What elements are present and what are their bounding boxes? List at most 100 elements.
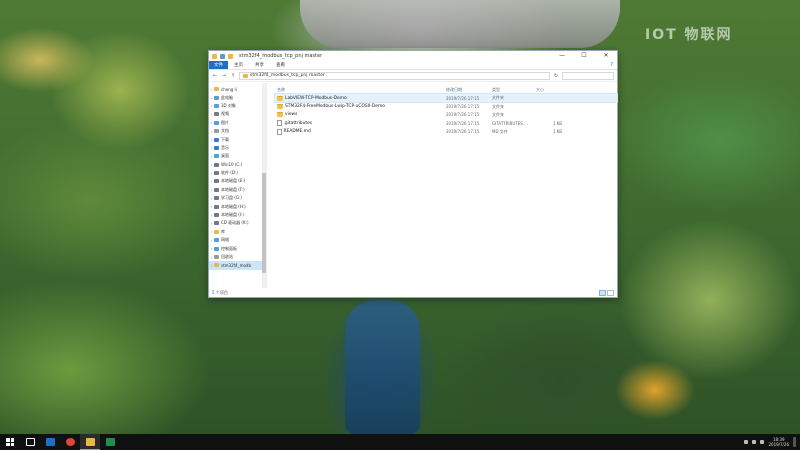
sidebar-item[interactable]: › 本地磁盘 (E:) [209, 177, 266, 185]
video-icon [214, 112, 219, 117]
sidebar-item[interactable]: › cheng li [209, 85, 266, 93]
scrollbar-thumb[interactable] [262, 173, 266, 273]
desktop-icon [214, 154, 219, 159]
close-button[interactable]: ✕ [595, 51, 617, 61]
sidebar-item[interactable]: › 网络 [209, 236, 266, 244]
file-icon [277, 120, 282, 127]
input-method-icon[interactable] [760, 440, 765, 444]
tab-home[interactable]: 主页 [228, 61, 249, 69]
drive-icon [214, 213, 219, 218]
search-input[interactable] [562, 71, 614, 80]
file-date: 2019/7/26 17:15 [446, 120, 480, 126]
excel-taskbar-icon[interactable] [100, 434, 120, 450]
column-header-name[interactable]: 名称 [275, 87, 446, 93]
sidebar-item[interactable]: › 桌面 [209, 152, 266, 160]
file-type: 文件夹 [492, 111, 504, 117]
forward-button[interactable]: → [221, 73, 227, 79]
computer-icon [214, 95, 219, 100]
file-explorer-icon-icon [85, 437, 95, 446]
folder-icon [277, 95, 283, 101]
file-date: 2019/7/26 17:15 [446, 112, 480, 118]
network-icon [214, 238, 219, 243]
properties-icon[interactable] [220, 53, 225, 59]
column-header-type[interactable]: 类型 [492, 87, 536, 93]
show-desktop-button[interactable] [793, 437, 796, 447]
sidebar-item-label: 下载 [221, 136, 229, 142]
file-row[interactable]: views 2019/7/26 17:15 文件夹 [275, 111, 617, 119]
file-row[interactable]: README.md 2019/7/26 17:15 MD 文件 1 KB [275, 128, 617, 136]
explorer-taskbar-icon[interactable] [40, 434, 60, 450]
sidebar-item[interactable]: › 音乐 [209, 144, 266, 152]
sidebar-item[interactable]: › stm32f4_modb [209, 261, 266, 270]
taskbar: 18:39 2019/7/26 [0, 434, 800, 450]
large-icons-view-button[interactable] [607, 289, 614, 296]
sidebar-item-label: cheng li [221, 86, 237, 92]
tab-share[interactable]: 共享 [249, 61, 270, 69]
sidebar-item[interactable]: › 3D 对象 [209, 102, 266, 110]
details-view-button[interactable] [599, 289, 606, 296]
sidebar-item[interactable]: › 软件 (D:) [209, 169, 266, 177]
file-size: 1 KB [552, 120, 562, 126]
file-name: README.md [283, 129, 311, 135]
video-watermark: IOT 物联网 [645, 27, 733, 43]
start-button[interactable] [0, 434, 20, 450]
navigation-pane: › cheng li ⌄ 此电脑 › 3D 对象 › 视频 › 图片 › 文档 › 下载 › 音乐 › 桌面 › Wi… [209, 83, 267, 288]
file-type: MD 文件 [492, 128, 508, 134]
sidebar-item-label: 库 [221, 228, 225, 234]
sidebar-item[interactable]: › 学习盘 (G:) [209, 194, 266, 202]
sidebar-item[interactable]: › 本地磁盘 (I:) [209, 211, 266, 219]
back-button[interactable]: ← [212, 73, 218, 79]
sidebar-item[interactable]: › 文档 [209, 127, 266, 135]
new-folder-icon[interactable] [228, 53, 233, 59]
file-name-cell: STM32F4-FreeModbus-Lwip-TCP-uCOSII-Demo [275, 104, 446, 110]
sidebar-item[interactable]: › CD 驱动器 (K:) [209, 219, 266, 227]
chrome-taskbar-icon[interactable] [60, 434, 80, 450]
task-view-button[interactable] [20, 434, 40, 450]
sidebar-item-label: 文档 [221, 128, 229, 134]
sidebar-item[interactable]: ⌄ 此电脑 [209, 93, 266, 101]
sidebar-item[interactable]: › 控制面板 [209, 244, 266, 252]
sidebar-item[interactable]: › 图片 [209, 119, 266, 127]
wallpaper-river [345, 300, 420, 434]
sidebar-item[interactable]: › 视频 [209, 110, 266, 118]
libraries-icon [214, 229, 219, 234]
file-list: 名称 修改日期 类型 大小 LabVIEW-TCP-Modbus-Demo 201… [267, 83, 618, 288]
drive-icon [214, 171, 219, 176]
sidebar-item[interactable]: › Win10 (C:) [209, 161, 266, 169]
column-header-size[interactable]: 大小 [536, 87, 566, 93]
sidebar-item[interactable]: › 下载 [209, 135, 266, 143]
volume-icon[interactable] [752, 440, 757, 444]
tab-file[interactable]: 文件 [209, 61, 228, 69]
explorer-icon-icon [45, 438, 55, 446]
title-bar[interactable]: stm32f4_modbus_tcp_pnj master — ☐ ✕ [209, 51, 617, 61]
sidebar-item-label: 此电脑 [221, 94, 233, 100]
file-name: views [285, 112, 298, 118]
file-explorer-taskbar-icon[interactable] [80, 434, 100, 450]
sidebar-scrollbar[interactable] [262, 83, 266, 288]
tab-view[interactable]: 查看 [270, 61, 291, 69]
up-button[interactable]: ↑ [230, 73, 236, 79]
sidebar-item[interactable]: › 本地磁盘 (H:) [209, 202, 266, 210]
file-explorer-window: stm32f4_modbus_tcp_pnj master — ☐ ✕ 文件 主… [208, 50, 618, 298]
file-row[interactable]: .gitattributes 2019/7/26 17:15 GITATTRIBUT… [275, 119, 617, 127]
sidebar-item-label: 本地磁盘 (E:) [221, 178, 246, 184]
file-row[interactable]: LabVIEW-TCP-Modbus-Demo 2019/7/26 17:15 文件… [274, 92, 618, 104]
sidebar-item[interactable]: › 库 [209, 228, 266, 236]
chrome-icon-icon [65, 438, 75, 446]
task-view-icon [25, 438, 35, 446]
cd-drive-icon [214, 221, 219, 226]
sidebar-item[interactable]: › 回收站 [209, 253, 266, 261]
file-row[interactable]: STM32F4-FreeModbus-Lwip-TCP-uCOSII-Demo 2… [275, 102, 617, 110]
address-bar[interactable]: stm32f4_modbus_tcp_pnj master [239, 71, 550, 80]
address-path: stm32f4_modbus_tcp_pnj master [250, 73, 325, 78]
music-icon [214, 145, 219, 150]
refresh-button[interactable]: ↻ [553, 73, 559, 79]
pictures-icon [214, 120, 219, 125]
sidebar-item[interactable]: › 本地磁盘 (F:) [209, 186, 266, 194]
minimize-button[interactable]: — [551, 51, 573, 61]
maximize-button[interactable]: ☐ [573, 51, 595, 61]
clock[interactable]: 18:39 2019/7/26 [768, 437, 789, 447]
column-header-date[interactable]: 修改日期 [446, 87, 492, 93]
network-icon[interactable] [744, 440, 749, 444]
help-icon[interactable]: ? [610, 61, 617, 69]
